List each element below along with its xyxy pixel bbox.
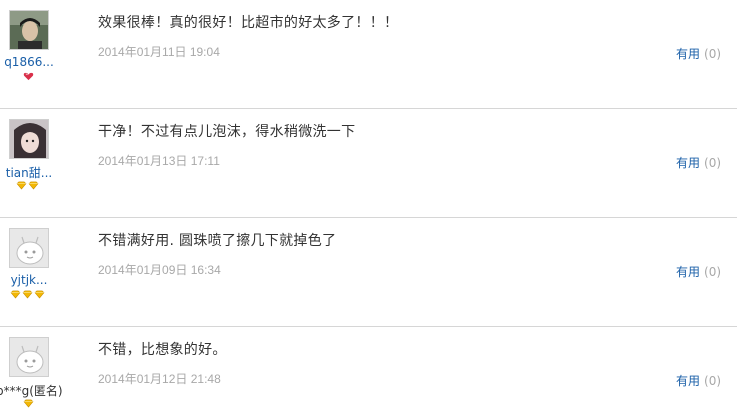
user-level-badges (23, 72, 34, 82)
gold-gem-icon (10, 290, 21, 299)
useful-count: (0) (704, 374, 722, 388)
review-content: 干净！不过有点儿泡沫，得水稍微洗一下 (98, 124, 356, 140)
gold-gem-icon (16, 181, 27, 190)
default-avatar-icon[interactable] (9, 337, 49, 377)
review-item: q1866... 效果很棒！真的很好！比超市的好太多了！！！ 2014年01月1… (0, 0, 737, 109)
useful-button[interactable]: 有用 (676, 47, 700, 61)
username-link[interactable]: yjtjk... (0, 273, 58, 287)
review-date: 2014年01月09日 16:34 (98, 263, 221, 277)
username-link[interactable]: p***g(匿名) (0, 382, 63, 399)
review-item: p***g(匿名) 不错，比想象的好。 2014年01月12日 21:48 有用… (0, 327, 737, 418)
review-date: 2014年01月12日 21:48 (98, 372, 221, 386)
useful-button[interactable]: 有用 (676, 374, 700, 388)
user-level-badges (10, 290, 45, 300)
review-content: 不错，比想象的好。 (98, 342, 227, 358)
review-content: 效果很棒！真的很好！比超市的好太多了！！！ (98, 15, 399, 31)
gold-gem-icon (23, 399, 34, 408)
review-content: 不错满好用. 圆珠喷了擦几下就掉色了 (98, 233, 337, 249)
review-date: 2014年01月13日 17:11 (98, 154, 220, 168)
useful-count: (0) (704, 47, 722, 61)
useful-count: (0) (704, 265, 722, 279)
useful-button[interactable]: 有用 (676, 265, 700, 279)
user-avatar[interactable] (9, 119, 49, 159)
useful-count: (0) (704, 156, 722, 170)
gold-gem-icon (22, 290, 33, 299)
useful-button[interactable]: 有用 (676, 156, 700, 170)
default-avatar-icon[interactable] (9, 228, 49, 268)
user-level-badges (16, 181, 39, 191)
review-date: 2014年01月11日 19:04 (98, 45, 220, 59)
useful-vote: 有用 (0) (676, 263, 721, 280)
heart-gem-icon (23, 72, 34, 81)
gold-gem-icon (28, 181, 39, 190)
gold-gem-icon (34, 290, 45, 299)
user-level-badges (23, 399, 34, 409)
username-link[interactable]: tian甜... (0, 164, 58, 181)
username-link[interactable]: q1866... (0, 55, 58, 69)
useful-vote: 有用 (0) (676, 154, 721, 171)
review-item: yjtjk... 不错满好用. 圆珠喷了擦几下就掉色了 2014年01月09日 … (0, 218, 737, 327)
review-item: tian甜... 干净！不过有点儿泡沫，得水稍微洗一下 2014年01月13日 … (0, 109, 737, 218)
useful-vote: 有用 (0) (676, 45, 721, 62)
user-avatar[interactable] (9, 10, 49, 50)
useful-vote: 有用 (0) (676, 372, 721, 389)
